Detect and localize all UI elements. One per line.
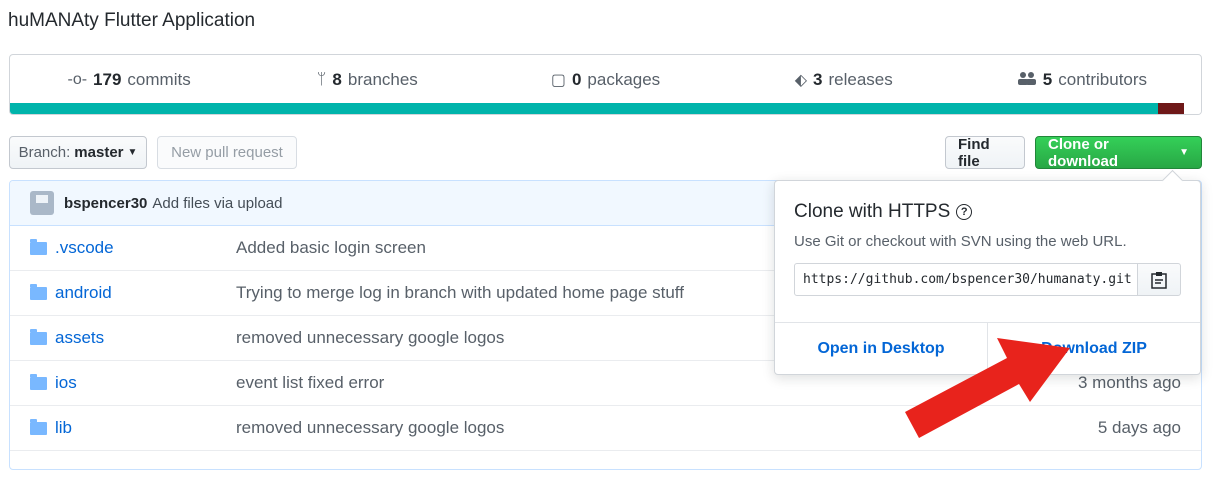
- new-pull-request-button[interactable]: New pull request: [157, 136, 297, 169]
- folder-icon: [30, 238, 47, 255]
- packages-link[interactable]: ▢ 0 packages: [486, 70, 724, 90]
- open-in-desktop-link[interactable]: Open in Desktop: [775, 323, 987, 374]
- branches-link[interactable]: ᛘ 8 branches: [248, 70, 486, 90]
- file-name-link[interactable]: ios: [55, 373, 236, 393]
- commit-author[interactable]: bspencer30: [64, 195, 147, 212]
- commits-link[interactable]: -o- 179 commits: [10, 70, 248, 90]
- file-commit-message[interactable]: removed unnecessary google logos: [236, 418, 504, 438]
- branch-icon: ᛘ: [316, 71, 327, 88]
- file-name-link[interactable]: android: [55, 283, 236, 303]
- clone-url-input[interactable]: https://github.com/bspencer30/humanaty.g…: [794, 263, 1138, 296]
- folder-icon: [30, 418, 47, 435]
- file-commit-message[interactable]: Added basic login screen: [236, 238, 426, 258]
- clone-or-download-button[interactable]: Clone or download ▼: [1035, 136, 1202, 170]
- commit-message[interactable]: Add files via upload: [152, 195, 282, 212]
- branch-select-button[interactable]: Branch: master ▼: [9, 136, 147, 169]
- caret-down-icon: ▼: [1179, 147, 1189, 158]
- repo-summary: -o- 179 commits ᛘ 8 branches ▢ 0 package…: [9, 54, 1202, 115]
- file-commit-message[interactable]: removed unnecessary google logos: [236, 328, 504, 348]
- clone-popover-footer: Open in Desktop Download ZIP: [775, 322, 1200, 374]
- folder-icon: [30, 283, 47, 300]
- table-row: lib removed unnecessary google logos 5 d…: [10, 406, 1201, 451]
- releases-link[interactable]: ⬖ 3 releases: [725, 70, 963, 90]
- help-icon[interactable]: ?: [956, 204, 973, 220]
- caret-down-icon: ▼: [127, 147, 138, 158]
- clone-title: Clone with HTTPS ?: [794, 201, 973, 223]
- repo-description: huMANAty Flutter Application: [8, 10, 256, 31]
- commits-icon: -o-: [67, 71, 88, 88]
- file-name-link[interactable]: .vscode: [55, 238, 236, 258]
- tag-icon: ⬖: [794, 72, 807, 89]
- avatar[interactable]: [30, 191, 54, 215]
- file-name-link[interactable]: lib: [55, 418, 236, 438]
- folder-icon: [30, 328, 47, 345]
- clipboard-icon: [1151, 271, 1167, 289]
- download-zip-link[interactable]: Download ZIP: [987, 323, 1200, 374]
- package-icon: ▢: [550, 72, 566, 89]
- language-bar[interactable]: [10, 103, 1201, 114]
- contributors-link[interactable]: 5 contributors: [963, 70, 1201, 90]
- language-segment-secondary: [1158, 103, 1184, 114]
- people-icon: [1017, 71, 1037, 90]
- file-age: 3 months ago: [1077, 373, 1181, 392]
- file-name-link[interactable]: assets: [55, 328, 236, 348]
- folder-icon: [30, 373, 47, 390]
- clone-popover: Clone with HTTPS ? Use Git or checkout w…: [774, 180, 1201, 375]
- clone-subtitle: Use Git or checkout with SVN using the w…: [794, 233, 1127, 250]
- language-segment-primary: [10, 103, 1158, 114]
- file-age: 5 days ago: [1097, 418, 1181, 437]
- file-commit-message[interactable]: Trying to merge log in branch with updat…: [236, 283, 684, 303]
- find-file-button[interactable]: Find file: [945, 136, 1025, 170]
- copy-to-clipboard-button[interactable]: [1137, 263, 1181, 296]
- file-commit-message[interactable]: event list fixed error: [236, 373, 384, 393]
